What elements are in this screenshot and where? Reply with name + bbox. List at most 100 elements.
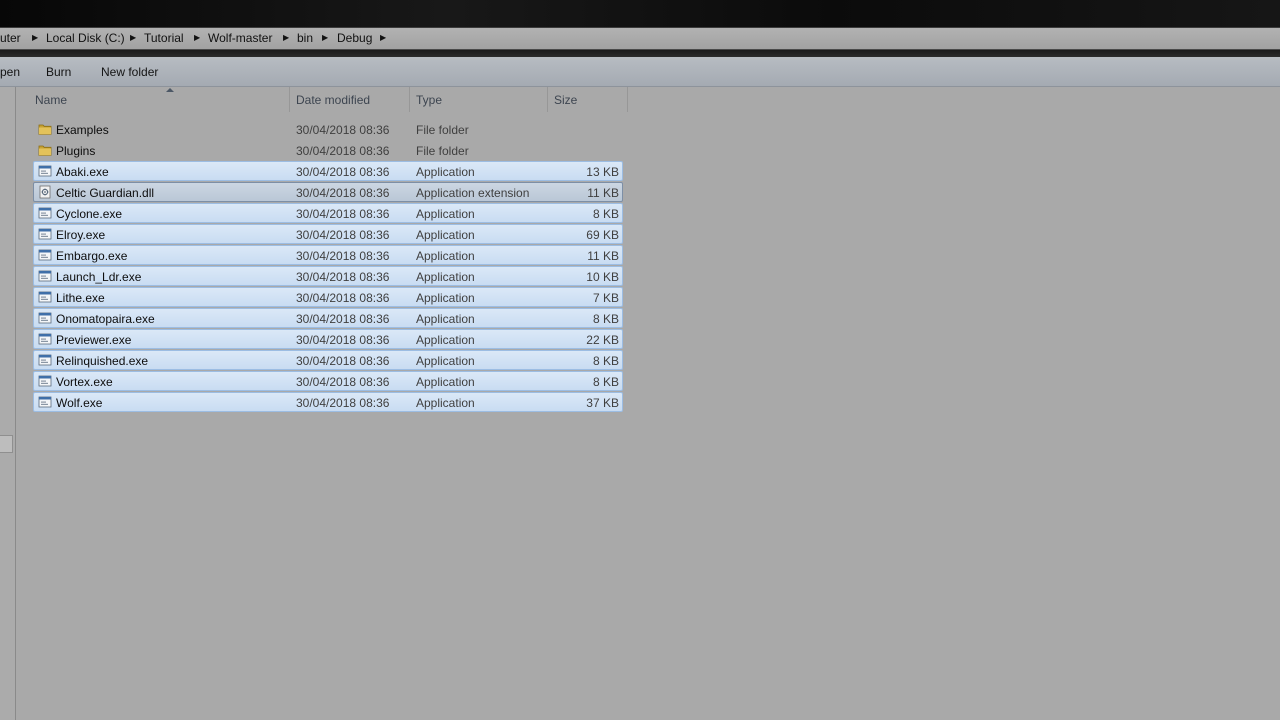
column-header-name-label: Name: [35, 93, 68, 107]
file-date-modified: 30/04/2018 08:36: [296, 228, 390, 242]
navigation-pane[interactable]: [0, 87, 16, 720]
breadcrumb-bin[interactable]: bin: [297, 31, 313, 45]
file-row[interactable]: Previewer.exe 30/04/2018 08:36 Application…: [33, 329, 623, 349]
application-icon: [38, 311, 52, 325]
file-name: Relinquished.exe: [56, 354, 149, 368]
file-name: Examples: [56, 123, 109, 137]
file-row[interactable]: Embargo.exe 30/04/2018 08:36 Application 11…: [33, 245, 623, 265]
file-size: 22 KB: [586, 333, 619, 347]
breadcrumb-computer[interactable]: uter: [0, 31, 21, 45]
file-row[interactable]: Vortex.exe 30/04/2018 08:36 Application 8 K…: [33, 371, 623, 391]
new-folder-button[interactable]: New folder: [101, 65, 158, 79]
breadcrumb-arrow-icon[interactable]: ▶: [322, 31, 328, 45]
file-row[interactable]: Celtic Guardian.dll 30/04/2018 08:36 Appli…: [33, 182, 623, 202]
file-name: Plugins: [56, 144, 96, 158]
column-header-type-label: Type: [416, 93, 443, 107]
column-header-name[interactable]: Name: [29, 87, 290, 112]
application-icon: [38, 164, 52, 178]
file-type: Application: [416, 249, 475, 263]
file-type: Application: [416, 228, 475, 242]
application-icon: [38, 374, 52, 388]
file-type: Application: [416, 396, 475, 410]
file-date-modified: 30/04/2018 08:36: [296, 333, 390, 347]
file-type: File folder: [416, 144, 469, 158]
file-name: Abaki.exe: [56, 165, 109, 179]
file-name: Onomatopaira.exe: [56, 312, 155, 326]
file-row[interactable]: Wolf.exe 30/04/2018 08:36 Application 37 KB: [33, 392, 623, 412]
breadcrumb-arrow-icon[interactable]: ▶: [283, 31, 289, 45]
file-name: Celtic Guardian.dll: [56, 186, 155, 200]
file-date-modified: 30/04/2018 08:36: [296, 123, 390, 137]
file-name: Vortex.exe: [56, 375, 113, 389]
folder-row[interactable]: Examples 30/04/2018 08:36 File folder: [33, 119, 623, 139]
column-header-type[interactable]: Type: [410, 87, 548, 112]
open-button[interactable]: pen: [0, 65, 20, 79]
application-icon: [38, 206, 52, 220]
file-list[interactable]: Name Date modified Type Size Examples 30/…: [17, 87, 1280, 720]
file-row[interactable]: Launch_Ldr.exe 30/04/2018 08:36 Applicatio…: [33, 266, 623, 286]
file-row[interactable]: Cyclone.exe 30/04/2018 08:36 Application 8 …: [33, 203, 623, 223]
breadcrumb-arrow-icon[interactable]: ▶: [194, 31, 200, 45]
file-name: Embargo.exe: [56, 249, 128, 263]
breadcrumb-arrow-icon[interactable]: ▶: [380, 31, 386, 45]
application-icon: [38, 395, 52, 409]
file-row[interactable]: Lithe.exe 30/04/2018 08:36 Application 7 KB: [33, 287, 623, 307]
breadcrumb-local-disk[interactable]: Local Disk (C:): [46, 31, 125, 45]
file-type: Application: [416, 165, 475, 179]
address-bar[interactable]: uter ▶ Local Disk (C:) ▶ Tutorial ▶ Wolf…: [0, 27, 1280, 50]
file-type: Application: [416, 333, 475, 347]
file-date-modified: 30/04/2018 08:36: [296, 354, 390, 368]
file-date-modified: 30/04/2018 08:36: [296, 165, 390, 179]
application-icon: [38, 269, 52, 283]
file-date-modified: 30/04/2018 08:36: [296, 291, 390, 305]
file-date-modified: 30/04/2018 08:36: [296, 144, 390, 158]
window-frame-band: [0, 50, 1280, 57]
file-size: 11 KB: [587, 186, 619, 200]
file-type: Application: [416, 270, 475, 284]
file-date-modified: 30/04/2018 08:36: [296, 375, 390, 389]
breadcrumb-tutorial[interactable]: Tutorial: [144, 31, 184, 45]
application-icon: [38, 290, 52, 304]
file-size: 8 KB: [592, 354, 619, 368]
file-row[interactable]: Relinquished.exe 30/04/2018 08:36 Applicat…: [33, 350, 623, 370]
file-name: Cyclone.exe: [56, 207, 123, 221]
file-name: Lithe.exe: [56, 291, 105, 305]
column-header-size-label: Size: [554, 93, 578, 107]
file-date-modified: 30/04/2018 08:36: [296, 270, 390, 284]
file-size: 8 KB: [592, 312, 619, 326]
sort-ascending-icon: [166, 88, 174, 92]
navigation-pane-scroll-handle[interactable]: [0, 435, 13, 453]
window-title-bar: [0, 0, 1280, 27]
file-date-modified: 30/04/2018 08:36: [296, 207, 390, 221]
burn-button[interactable]: Burn: [46, 65, 71, 79]
file-row[interactable]: Onomatopaira.exe 30/04/2018 08:36 Applicat…: [33, 308, 623, 328]
breadcrumb-arrow-icon[interactable]: ▶: [130, 31, 136, 45]
folder-row[interactable]: Plugins 30/04/2018 08:36 File folder: [33, 140, 623, 160]
file-row[interactable]: Elroy.exe 30/04/2018 08:36 Application 69 K…: [33, 224, 623, 244]
file-name: Previewer.exe: [56, 333, 132, 347]
breadcrumb-debug[interactable]: Debug: [337, 31, 372, 45]
file-type: Application: [416, 291, 475, 305]
file-type: Application extension: [416, 186, 530, 200]
column-header-size[interactable]: Size: [548, 87, 628, 112]
file-size: 69 KB: [586, 228, 619, 242]
file-date-modified: 30/04/2018 08:36: [296, 312, 390, 326]
file-row[interactable]: Abaki.exe 30/04/2018 08:36 Application 13 K…: [33, 161, 623, 181]
application-icon: [38, 353, 52, 367]
file-type: Application: [416, 312, 475, 326]
dll-icon: [38, 185, 52, 199]
file-date-modified: 30/04/2018 08:36: [296, 186, 390, 200]
column-header-date[interactable]: Date modified: [290, 87, 410, 112]
breadcrumb-arrow-icon[interactable]: ▶: [32, 31, 38, 45]
file-date-modified: 30/04/2018 08:36: [296, 249, 390, 263]
folder-icon: [38, 122, 52, 136]
file-type: Application: [416, 354, 475, 368]
application-icon: [38, 227, 52, 241]
file-size: 13 KB: [586, 165, 619, 179]
file-size: 8 KB: [592, 207, 619, 221]
file-size: 11 KB: [587, 249, 619, 263]
breadcrumb-wolf-master[interactable]: Wolf-master: [208, 31, 272, 45]
file-name: Elroy.exe: [56, 228, 106, 242]
file-name: Launch_Ldr.exe: [56, 270, 142, 284]
file-size: 7 KB: [592, 291, 619, 305]
